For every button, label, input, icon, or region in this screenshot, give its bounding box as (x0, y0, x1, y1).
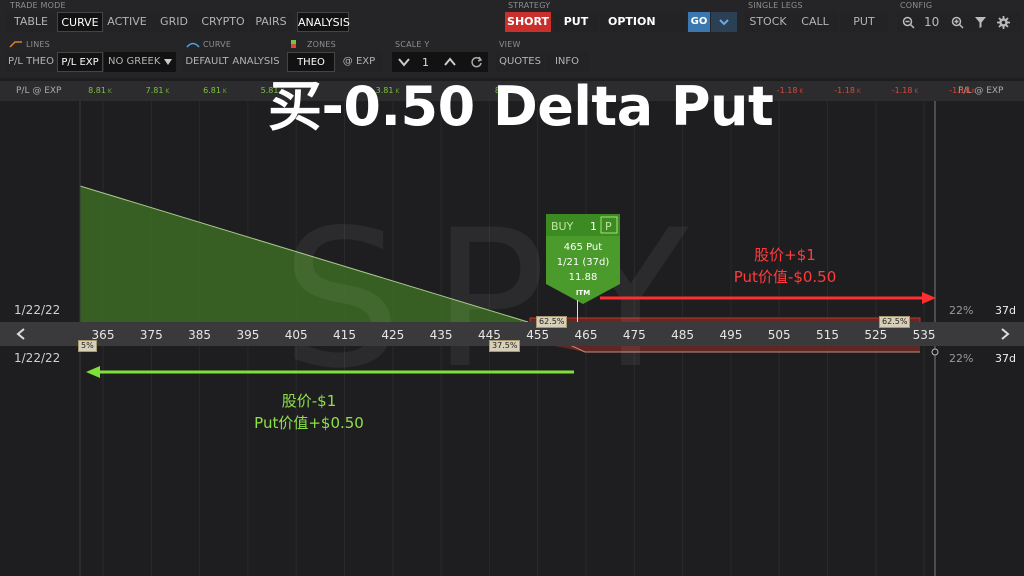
annotation-price-down-line1: 股价-$1 (281, 392, 337, 410)
red-arrowhead (922, 292, 936, 304)
annotation-price-up-line2: Put价值-$0.50 (733, 268, 837, 286)
green-arrowhead (86, 366, 100, 378)
annotation-price-up-line1: 股价+$1 (754, 246, 816, 264)
annotation-price-down-line2: Put价值+$0.50 (254, 414, 364, 432)
annotation-price-up: 股价+$1 Put价值-$0.50 (710, 244, 860, 288)
video-title: 买-0.50 Delta Put (268, 75, 774, 138)
annotation-price-down: 股价-$1 Put价值+$0.50 (234, 390, 384, 434)
